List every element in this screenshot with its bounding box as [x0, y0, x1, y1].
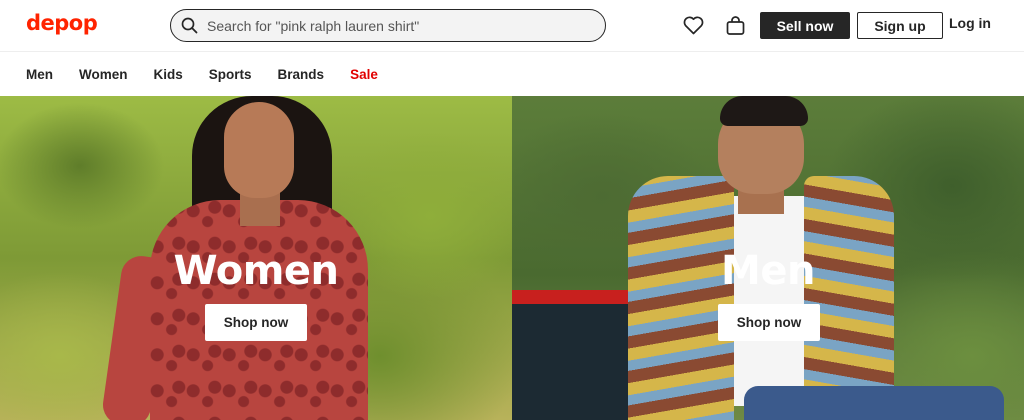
- men-panel-title: Men: [721, 248, 815, 294]
- bag-icon[interactable]: [724, 14, 746, 36]
- nav-item-sale[interactable]: Sale: [350, 67, 378, 82]
- men-panel[interactable]: Men Shop now: [512, 96, 1024, 420]
- hero-banner: Women Shop now Men Shop now: [0, 96, 1024, 420]
- log-in-link[interactable]: Log in: [949, 15, 991, 31]
- search-icon: [180, 17, 198, 35]
- nav-item-sports[interactable]: Sports: [209, 67, 252, 82]
- search-bar[interactable]: [170, 9, 606, 42]
- site-header: depop Sell now Sign up Log in: [0, 0, 1024, 52]
- shop-women-button[interactable]: Shop now: [205, 304, 307, 341]
- nav-item-men[interactable]: Men: [26, 67, 53, 82]
- shop-men-button[interactable]: Shop now: [718, 304, 820, 341]
- women-panel[interactable]: Women Shop now: [0, 96, 512, 420]
- depop-logo[interactable]: depop: [26, 11, 98, 35]
- heart-icon[interactable]: [682, 14, 704, 36]
- sell-now-button[interactable]: Sell now: [760, 12, 850, 39]
- sign-up-button[interactable]: Sign up: [857, 12, 943, 39]
- nav-item-women[interactable]: Women: [79, 67, 128, 82]
- search-input[interactable]: [207, 17, 587, 34]
- nav-item-kids[interactable]: Kids: [154, 67, 183, 82]
- women-panel-title: Women: [173, 248, 339, 294]
- category-nav: Men Women Kids Sports Brands Sale: [0, 53, 1024, 96]
- nav-item-brands[interactable]: Brands: [278, 67, 325, 82]
